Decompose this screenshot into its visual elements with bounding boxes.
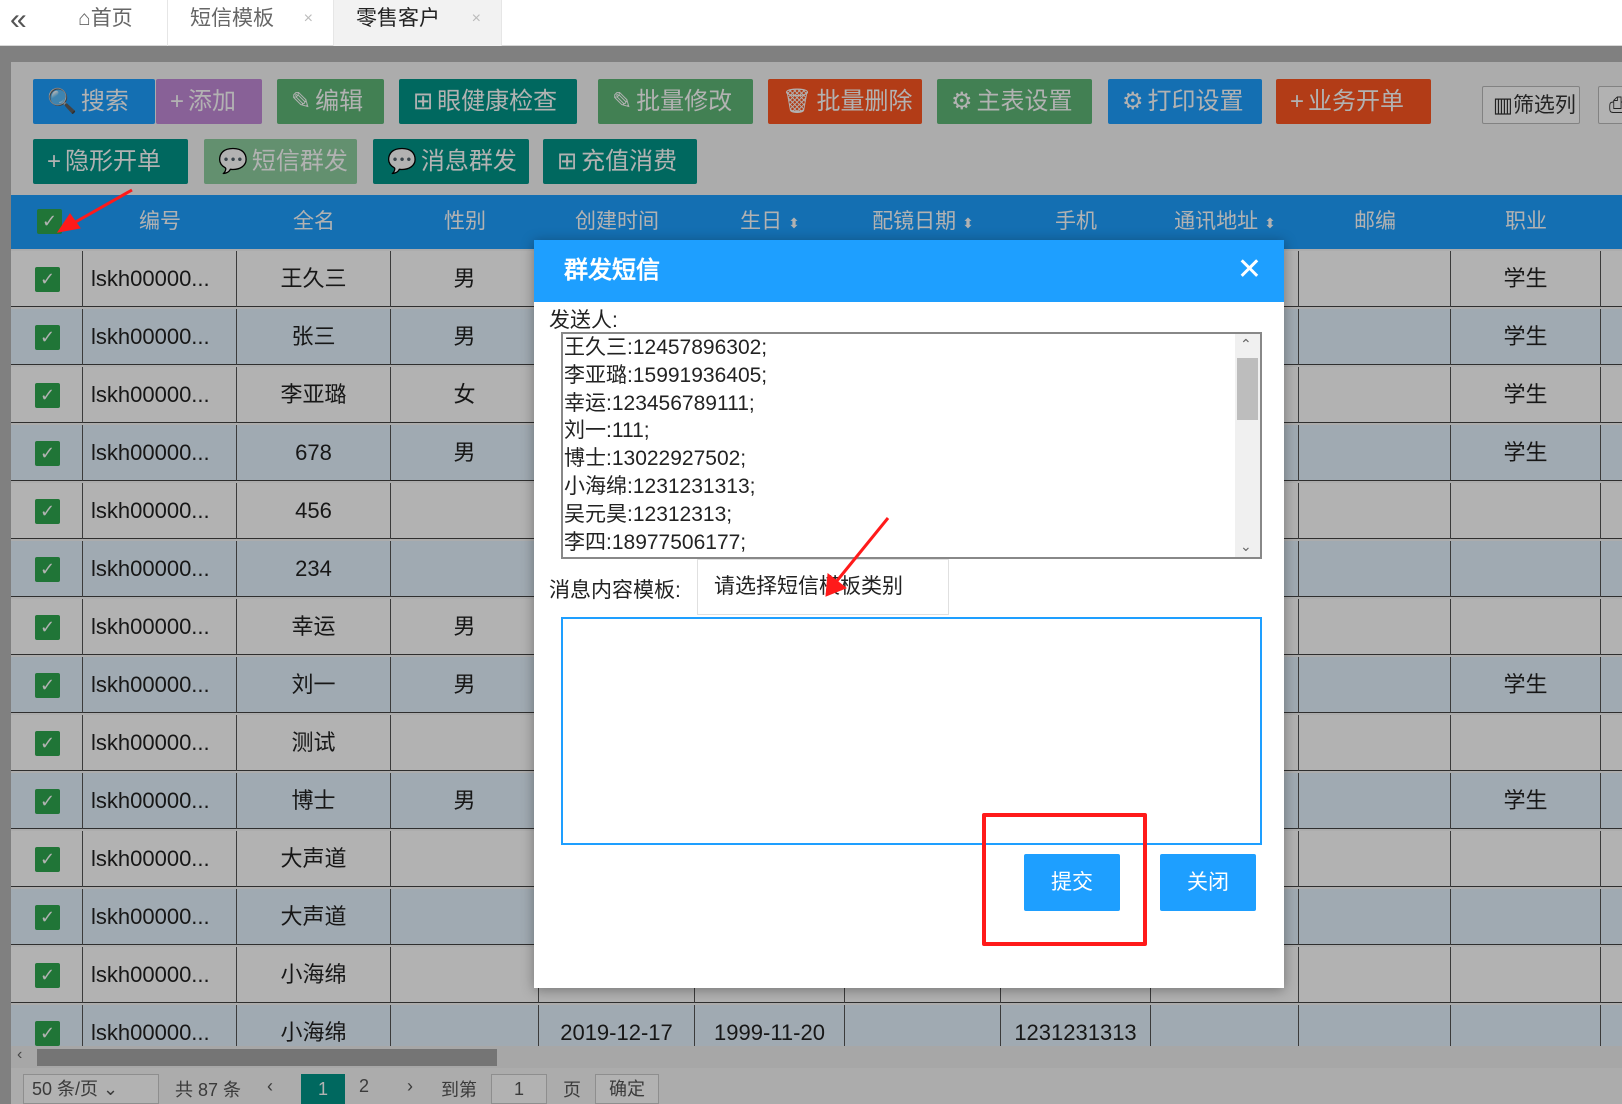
recipient-line: 小海绵:1231231313; [564, 474, 756, 498]
template-label: 消息内容模板: [549, 579, 681, 602]
tab-sms-template-label: 短信模板 [190, 7, 274, 30]
tab-home[interactable]: ⌂首页 [56, 0, 168, 46]
tab-retail-customer[interactable]: 零售客户 × [334, 0, 502, 46]
dialog-header: 群发短信 ✕ [534, 240, 1284, 302]
recipient-line: 王久三:12457896302; [564, 336, 768, 359]
recipient-line: 李四:18977506177; [564, 530, 747, 554]
tab-bar: « ⌂首页 短信模板 × 零售客户 × [0, 0, 1622, 46]
recipient-line: 博士:13022927502; [564, 447, 747, 471]
recipients-textarea[interactable]: 王久三:12457896302; 李亚璐:15991936405; 幸运:12345… [561, 332, 1262, 559]
close-icon[interactable]: × [472, 0, 481, 38]
dialog-title: 群发短信 [564, 257, 660, 284]
recipient-line: 幸运:123456789111; [564, 391, 755, 415]
double-chevron-left-icon[interactable]: « [10, 5, 27, 35]
recipient-line: 刘一:111; [564, 419, 650, 443]
tab-sms-template[interactable]: 短信模板 × [168, 0, 334, 46]
sms-broadcast-dialog: 群发短信 ✕ 发送人: 王久三:12457896302; 李亚璐:15991936… [534, 240, 1284, 988]
home-icon: ⌂ [78, 7, 91, 30]
template-select[interactable]: 请选择短信模板类别 [697, 559, 949, 615]
tab-home-label: 首页 [90, 7, 133, 30]
close-icon[interactable]: × [304, 0, 313, 38]
message-textarea[interactable] [561, 617, 1262, 845]
vertical-scrollbar[interactable]: ⌃ ⌄ [1235, 334, 1260, 557]
sender-label: 发送人: [549, 309, 618, 332]
close-button[interactable]: 关闭 [1160, 854, 1256, 911]
scroll-up-icon[interactable]: ⌃ [1240, 336, 1252, 353]
annotation-highlight-box [982, 813, 1147, 946]
recipient-line: 李亚璐:15991936405; [564, 363, 768, 387]
close-icon[interactable]: ✕ [1237, 253, 1262, 287]
tab-retail-customer-label: 零售客户 [356, 7, 440, 30]
scrollbar-thumb[interactable] [1237, 358, 1258, 420]
scroll-down-icon[interactable]: ⌄ [1240, 538, 1252, 555]
recipient-line: 吴元昊:12312313; [564, 502, 733, 526]
